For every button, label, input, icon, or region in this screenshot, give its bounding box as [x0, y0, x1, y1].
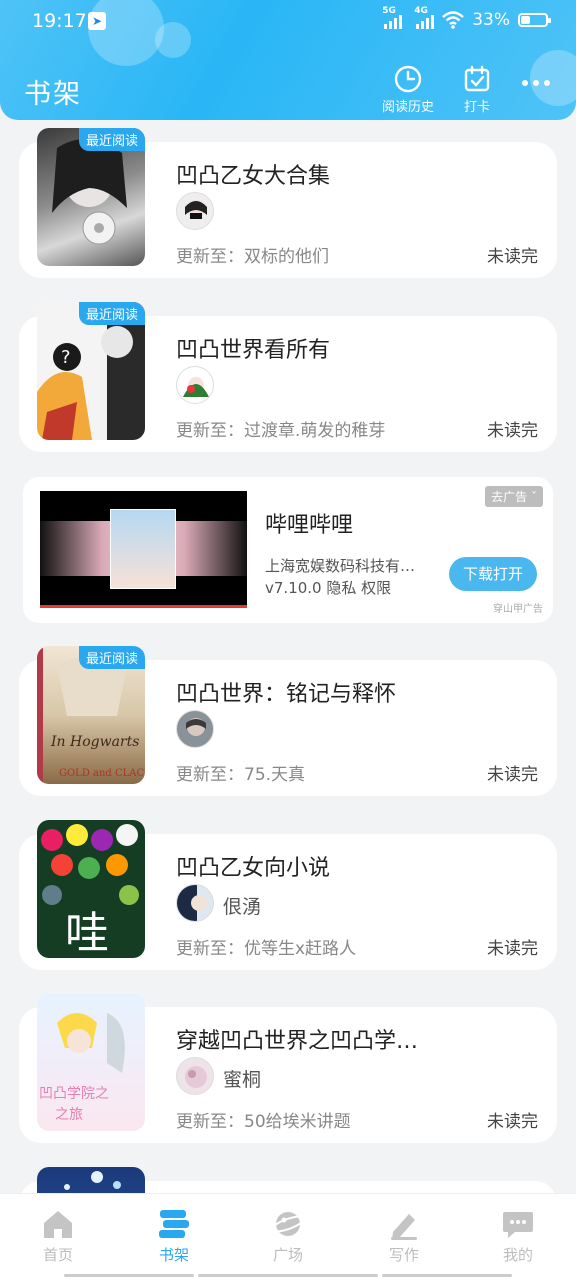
- read-status: 未读完: [487, 939, 538, 959]
- book-cover[interactable]: [37, 1167, 145, 1193]
- book-cover[interactable]: In Hogwarts GOLD and CLACK 最近阅读: [37, 646, 145, 784]
- nav-mine-label: 我的: [502, 1246, 533, 1264]
- cover-art-icon: 哇: [41, 824, 139, 958]
- svg-text:GOLD and CLACK: GOLD and CLACK: [59, 768, 145, 779]
- recent-read-badge: 最近阅读: [78, 646, 145, 669]
- app-header: 19:17 ➤ 5G 4G 33% 书架 阅读历史 打卡: [0, 0, 576, 120]
- gesture-bar: [382, 1274, 512, 1277]
- ad-company: 上海宽娱数码科技有…: [265, 557, 416, 575]
- gesture-bar: [64, 1274, 194, 1277]
- update-text: 更新至：优等生x赶路人: [176, 939, 357, 959]
- signal-5g-icon: 5G: [382, 6, 403, 29]
- bookshelf-icon: [159, 1210, 189, 1238]
- chat-bubble-icon: [503, 1212, 533, 1238]
- nav-home-label: 首页: [42, 1246, 73, 1264]
- reading-history-button[interactable]: 阅读历史: [382, 64, 434, 115]
- gesture-bar: [198, 1274, 378, 1277]
- checkin-button[interactable]: 打卡: [462, 64, 492, 115]
- nav-bookshelf[interactable]: 书架: [134, 1208, 214, 1265]
- book-cover[interactable]: 最近阅读: [37, 128, 145, 266]
- book-cover[interactable]: ? 最近阅读: [37, 302, 145, 440]
- book-title: 凹凸世界：铭记与释怀: [176, 682, 397, 707]
- more-menu-button[interactable]: [522, 80, 550, 86]
- svg-text:In Hogwarts: In Hogwarts: [50, 734, 139, 750]
- read-status: 未读完: [487, 765, 538, 785]
- svg-text:之旅: 之旅: [55, 1107, 83, 1123]
- nav-plaza[interactable]: 广场: [248, 1208, 328, 1265]
- planet-icon: [271, 1212, 305, 1236]
- author-avatar: [176, 710, 214, 748]
- svg-text:哇: 哇: [65, 908, 109, 958]
- nav-bookshelf-label: 书架: [158, 1246, 189, 1264]
- nav-write[interactable]: 写作: [364, 1208, 444, 1265]
- calendar-check-icon: [464, 65, 490, 92]
- clock-icon: [394, 65, 422, 93]
- checkin-label: 打卡: [463, 100, 490, 115]
- ad-source-label: 穿山甲广告: [493, 604, 543, 615]
- author-avatar: [176, 366, 214, 404]
- book-title: 凹凸世界看所有: [176, 338, 331, 363]
- book-title: 凹凸乙女向小说: [176, 856, 331, 881]
- author-avatar: [176, 1057, 214, 1095]
- download-open-button[interactable]: 下载打开: [449, 557, 537, 591]
- read-status: 未读完: [487, 247, 538, 267]
- battery-icon: [518, 13, 551, 27]
- update-text: 更新至：75.天真: [176, 765, 306, 785]
- recent-read-badge: 最近阅读: [78, 302, 145, 325]
- book-cover[interactable]: 哇: [37, 820, 145, 958]
- home-icon: [44, 1211, 72, 1238]
- ad-image[interactable]: [40, 491, 247, 608]
- book-cover[interactable]: 凹凸学院之 之旅: [37, 993, 145, 1131]
- status-icons: 5G 4G 33%: [382, 6, 551, 30]
- pencil-icon: [391, 1214, 417, 1240]
- update-text: 更新至：过渡章.萌发的稚芽: [176, 421, 386, 441]
- book-title: 穿越凹凸世界之凹凸学…: [176, 1029, 419, 1054]
- author-avatar: [176, 884, 214, 922]
- bookshelf-list[interactable]: 最近阅读 凹凸乙女大合集 更新至：双标的他们 未读完 ? 最近阅读 凹凸世界看所…: [0, 120, 576, 1193]
- svg-text:凹凸学院之: 凹凸学院之: [39, 1086, 109, 1102]
- nav-mine[interactable]: 我的: [478, 1208, 558, 1265]
- nav-write-label: 写作: [388, 1246, 419, 1264]
- book-title: 凹凸乙女大合集: [176, 164, 331, 189]
- status-time: 19:17: [32, 10, 87, 32]
- nav-plaza-label: 广场: [272, 1246, 303, 1264]
- wifi-icon: [442, 11, 465, 29]
- author-name: 蜜桐: [223, 1069, 262, 1091]
- update-text: 更新至：双标的他们: [176, 247, 329, 267]
- cover-art-icon: [64, 1171, 121, 1190]
- ad-title: 哔哩哔哩: [265, 513, 354, 538]
- signal-4g-icon: 4G: [414, 6, 435, 29]
- author-name: 佷湧: [223, 896, 262, 918]
- telegram-icon: ➤: [88, 12, 106, 30]
- reading-history-label: 阅读历史: [382, 100, 435, 115]
- cover-art-icon: 凹凸学院之 之旅: [39, 1013, 125, 1123]
- recent-read-badge: 最近阅读: [78, 128, 145, 151]
- battery-percent: 33%: [472, 10, 510, 30]
- bottom-navigation: 首页 书架 广场 写作 我的: [0, 1193, 576, 1280]
- ad-meta[interactable]: v7.10.0 隐私 权限: [265, 577, 391, 598]
- nav-home[interactable]: 首页: [18, 1208, 98, 1265]
- page-title: 书架: [24, 79, 82, 110]
- remove-ad-button[interactable]: 去广告 ˇ: [485, 486, 543, 507]
- author-avatar: [176, 192, 214, 230]
- svg-text:?: ?: [61, 347, 71, 368]
- read-status: 未读完: [487, 1112, 538, 1132]
- update-text: 更新至：50给埃米讲题: [176, 1112, 351, 1132]
- ad-card[interactable]: 哔哩哔哩 上海宽娱数码科技有… v7.10.0 隐私 权限 去广告 ˇ 下载打开…: [23, 477, 553, 623]
- read-status: 未读完: [487, 421, 538, 441]
